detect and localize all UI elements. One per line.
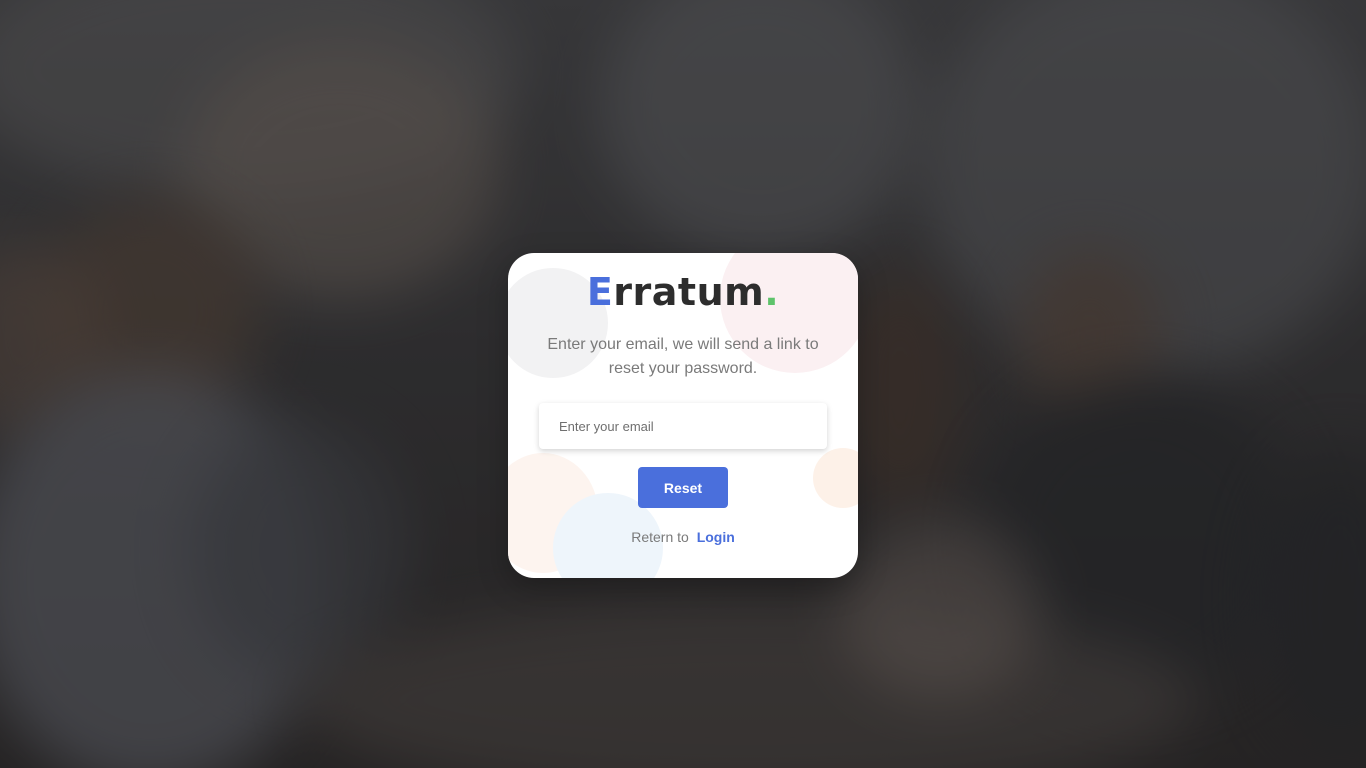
logo-wordmark: rratum — [613, 270, 765, 314]
brand-logo: Erratum. — [508, 267, 858, 317]
return-text: Retern to — [631, 529, 689, 545]
reset-instructions: Enter your email, we will send a link to… — [547, 336, 819, 377]
reset-password-card: Erratum. Enter your email, we will send … — [508, 253, 858, 578]
logo-initial: E — [586, 270, 614, 314]
login-link[interactable]: Login — [697, 529, 735, 545]
logo-dot: . — [764, 270, 780, 314]
reset-button[interactable]: Reset — [638, 467, 728, 508]
email-input[interactable] — [539, 403, 827, 449]
return-to-login: Retern to Login — [508, 527, 858, 547]
